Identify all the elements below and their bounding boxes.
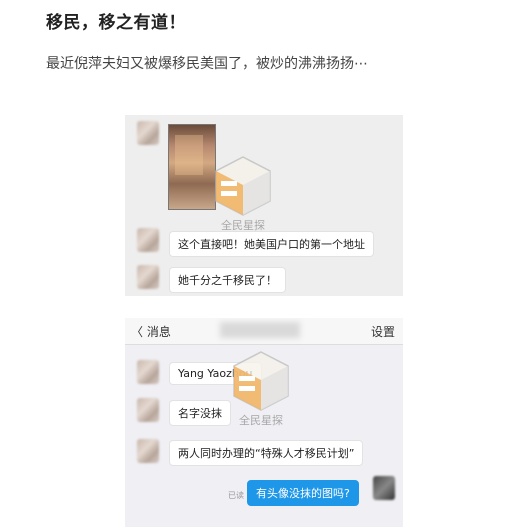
message-bubble: 她千分之千移民了！: [169, 267, 286, 293]
watermark-text: 全民星探: [239, 414, 283, 427]
message-bubble-self: 有头像没抹的图吗?: [247, 480, 359, 506]
avatar: [137, 121, 159, 145]
blurred-contact-name: [220, 322, 300, 338]
watermark: 全民星探: [221, 350, 301, 428]
read-status: 已读: [228, 491, 244, 500]
avatar: [137, 398, 159, 422]
message-bubble: 这个直接吧！她美国户口的第一个地址: [169, 231, 374, 257]
watermark-logo-icon: [215, 156, 271, 216]
message-bubble: 名字没抹: [169, 400, 231, 426]
settings-button[interactable]: 设置: [371, 323, 395, 340]
chat-screenshot-1: 全民星探 这个直接吧！她美国户口的第一个地址 她千分之千移民了！: [125, 115, 403, 296]
watermark: 全民星探: [203, 155, 283, 233]
chat-nav-bar: 〈 消息 设置: [125, 318, 403, 345]
avatar: [137, 439, 159, 463]
avatar: [137, 265, 159, 289]
avatar: [137, 228, 159, 252]
article-title: 移民，移之有道！: [46, 13, 186, 33]
avatar: [373, 476, 395, 500]
watermark-logo-icon: [233, 351, 289, 411]
back-button[interactable]: 〈 消息: [131, 323, 171, 340]
chat-screenshot-2: 〈 消息 设置 Yang Yaozhou 全民星探 名字没抹 两人同时办理的“特…: [125, 318, 403, 527]
avatar: [137, 360, 159, 384]
article-subtitle: 最近倪萍夫妇又被爆移民美国了，被炒的沸沸扬扬⋯: [46, 56, 368, 72]
message-bubble: 两人同时办理的“特殊人才移民计划”: [169, 440, 364, 466]
